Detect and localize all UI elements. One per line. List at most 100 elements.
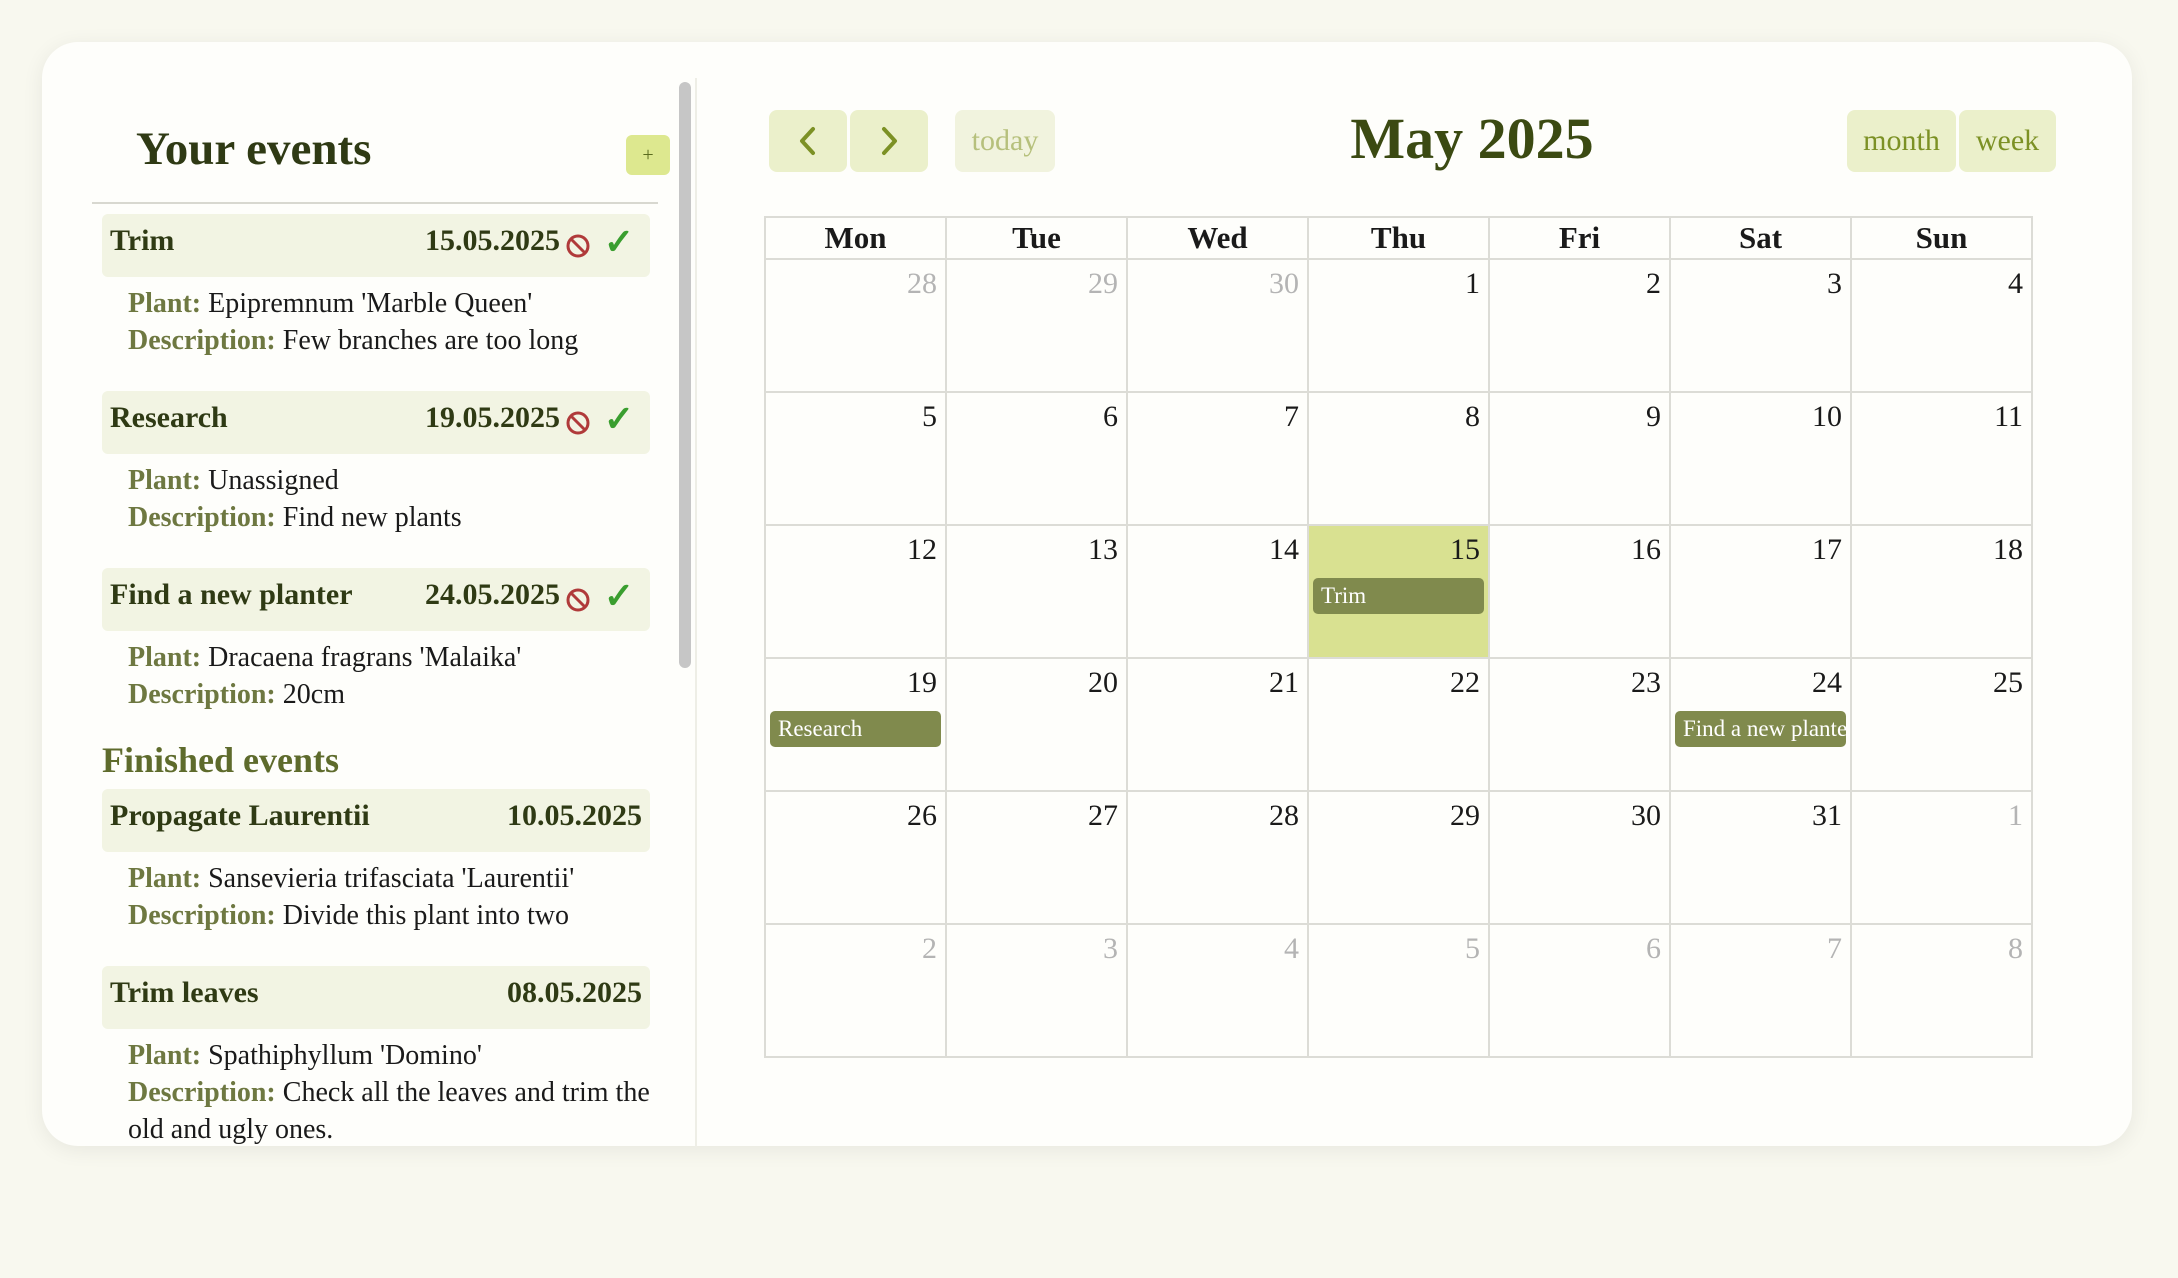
event-title: Research <box>110 401 228 434</box>
calendar-week-row: 19 Research 20 21 22 23 24 Find a new planter 25 <box>764 657 2033 792</box>
calendar-day-cell[interactable]: 5 <box>764 391 947 526</box>
event-date: 10.05.2025 <box>507 799 642 832</box>
day-number: 18 <box>1993 533 2023 566</box>
calendar-day-cell[interactable]: 22 <box>1307 657 1490 792</box>
calendar-day-cell[interactable]: 20 <box>945 657 1128 792</box>
calendar-day-cell[interactable]: 15 Trim <box>1307 524 1490 659</box>
day-number: 8 <box>2008 932 2023 965</box>
calendar-day-cell[interactable]: 19 Research <box>764 657 947 792</box>
calendar-day-cell[interactable]: 25 <box>1850 657 2033 792</box>
calendar-day-cell[interactable]: 6 <box>945 391 1128 526</box>
calendar-day-cell[interactable]: 6 <box>1488 923 1671 1058</box>
calendar-day-cell[interactable]: 31 <box>1669 790 1852 925</box>
day-number: 8 <box>1465 400 1480 433</box>
month-view-button[interactable]: month <box>1847 110 1956 172</box>
cancel-icon[interactable] <box>564 586 592 614</box>
week-view-button[interactable]: week <box>1959 110 2056 172</box>
event-description-row: Description: Few branches are too long <box>128 322 650 359</box>
calendar-week-row: 28 29 30 1 2 3 4 <box>764 258 2033 393</box>
calendar-day-cell[interactable]: 12 <box>764 524 947 659</box>
calendar-day-cell[interactable]: 3 <box>1669 258 1852 393</box>
event-date: 15.05.2025 <box>425 224 560 257</box>
calendar-day-cell[interactable]: 8 <box>1850 923 2033 1058</box>
calendar-day-cell[interactable]: 7 <box>1126 391 1309 526</box>
calendar-day-cell[interactable]: 7 <box>1669 923 1852 1058</box>
calendar-day-cell[interactable]: 29 <box>945 258 1128 393</box>
event-plant: Dracaena fragrans 'Malaika' <box>208 642 522 673</box>
calendar-day-cell[interactable]: 18 <box>1850 524 2033 659</box>
events-sidebar: Your events + Trim 15.05.2025 ✓ Plant: E… <box>92 76 702 1154</box>
calendar-day-cell[interactable]: 23 <box>1488 657 1671 792</box>
calendar-day-cell[interactable]: 3 <box>945 923 1128 1058</box>
calendar-day-cell[interactable]: 28 <box>1126 790 1309 925</box>
sidebar-scrollbar-thumb[interactable] <box>679 82 691 668</box>
event-title: Propagate Laurentii <box>110 799 370 832</box>
check-icon[interactable]: ✓ <box>604 224 634 260</box>
calendar-event[interactable]: Find a new planter <box>1675 711 1846 747</box>
calendar-day-cell[interactable]: 2 <box>1488 258 1671 393</box>
event-header: Trim leaves 08.05.2025 <box>102 966 650 1029</box>
calendar-day-cell[interactable]: 1 <box>1850 790 2033 925</box>
day-number: 5 <box>1465 932 1480 965</box>
calendar-day-cell[interactable]: 29 <box>1307 790 1490 925</box>
panel-divider <box>695 78 697 1150</box>
day-number: 6 <box>1103 400 1118 433</box>
event-plant-row: Plant: Spathiphyllum 'Domino' <box>128 1037 650 1074</box>
sidebar-header: Your events + <box>136 76 670 196</box>
calendar-day-cell[interactable]: 5 <box>1307 923 1490 1058</box>
weekday-header: Thu <box>1307 216 1490 260</box>
today-button[interactable]: today <box>955 110 1055 172</box>
calendar-day-cell[interactable]: 8 <box>1307 391 1490 526</box>
cancel-icon[interactable] <box>564 409 592 437</box>
day-number: 15 <box>1450 533 1480 566</box>
calendar-day-cell[interactable]: 26 <box>764 790 947 925</box>
calendar-day-cell[interactable]: 1 <box>1307 258 1490 393</box>
calendar-day-cell[interactable]: 27 <box>945 790 1128 925</box>
calendar-day-cell[interactable]: 11 <box>1850 391 2033 526</box>
prev-month-button[interactable] <box>769 110 847 172</box>
check-icon[interactable]: ✓ <box>604 578 634 614</box>
calendar-day-cell[interactable]: 9 <box>1488 391 1671 526</box>
event-description: 20cm <box>282 679 345 710</box>
day-number: 13 <box>1088 533 1118 566</box>
calendar-day-cell[interactable]: 21 <box>1126 657 1309 792</box>
event-plant-row: Plant: Dracaena fragrans 'Malaika' <box>128 639 650 676</box>
day-number: 29 <box>1450 799 1480 832</box>
day-number: 28 <box>907 267 937 300</box>
next-month-button[interactable] <box>850 110 928 172</box>
day-number: 20 <box>1088 666 1118 699</box>
calendar-week-row: 5 6 7 8 9 10 11 <box>764 391 2033 526</box>
calendar-event[interactable]: Trim <box>1313 578 1484 614</box>
day-number: 2 <box>922 932 937 965</box>
day-number: 23 <box>1631 666 1661 699</box>
weekday-header: Wed <box>1126 216 1309 260</box>
event-header: Find a new planter 24.05.2025 ✓ <box>102 568 650 631</box>
calendar-day-cell[interactable]: 30 <box>1126 258 1309 393</box>
calendar-day-cell[interactable]: 4 <box>1126 923 1309 1058</box>
check-icon[interactable]: ✓ <box>604 401 634 437</box>
add-event-button[interactable]: + <box>626 135 670 175</box>
day-number: 30 <box>1269 267 1299 300</box>
day-number: 6 <box>1646 932 1661 965</box>
day-number: 14 <box>1269 533 1299 566</box>
plant-label: Plant: <box>128 1040 202 1071</box>
calendar-event[interactable]: Research <box>770 711 941 747</box>
calendar-day-cell[interactable]: 2 <box>764 923 947 1058</box>
event-description-row: Description: Check all the leaves and tr… <box>128 1074 650 1148</box>
calendar-day-cell[interactable]: 4 <box>1850 258 2033 393</box>
event-plant: Epipremnum 'Marble Queen' <box>208 288 533 319</box>
calendar-day-cell[interactable]: 14 <box>1126 524 1309 659</box>
calendar-day-cell[interactable]: 30 <box>1488 790 1671 925</box>
calendar-week-row: 12 13 14 15 Trim 16 17 18 <box>764 524 2033 659</box>
calendar-day-cell[interactable]: 28 <box>764 258 947 393</box>
event-date: 19.05.2025 <box>425 401 560 434</box>
sidebar-title: Your events <box>136 123 372 175</box>
day-number: 3 <box>1103 932 1118 965</box>
calendar-day-cell[interactable]: 16 <box>1488 524 1671 659</box>
calendar-day-cell[interactable]: 17 <box>1669 524 1852 659</box>
day-number: 9 <box>1646 400 1661 433</box>
calendar-day-cell[interactable]: 24 Find a new planter <box>1669 657 1852 792</box>
cancel-icon[interactable] <box>564 232 592 260</box>
calendar-day-cell[interactable]: 10 <box>1669 391 1852 526</box>
calendar-day-cell[interactable]: 13 <box>945 524 1128 659</box>
